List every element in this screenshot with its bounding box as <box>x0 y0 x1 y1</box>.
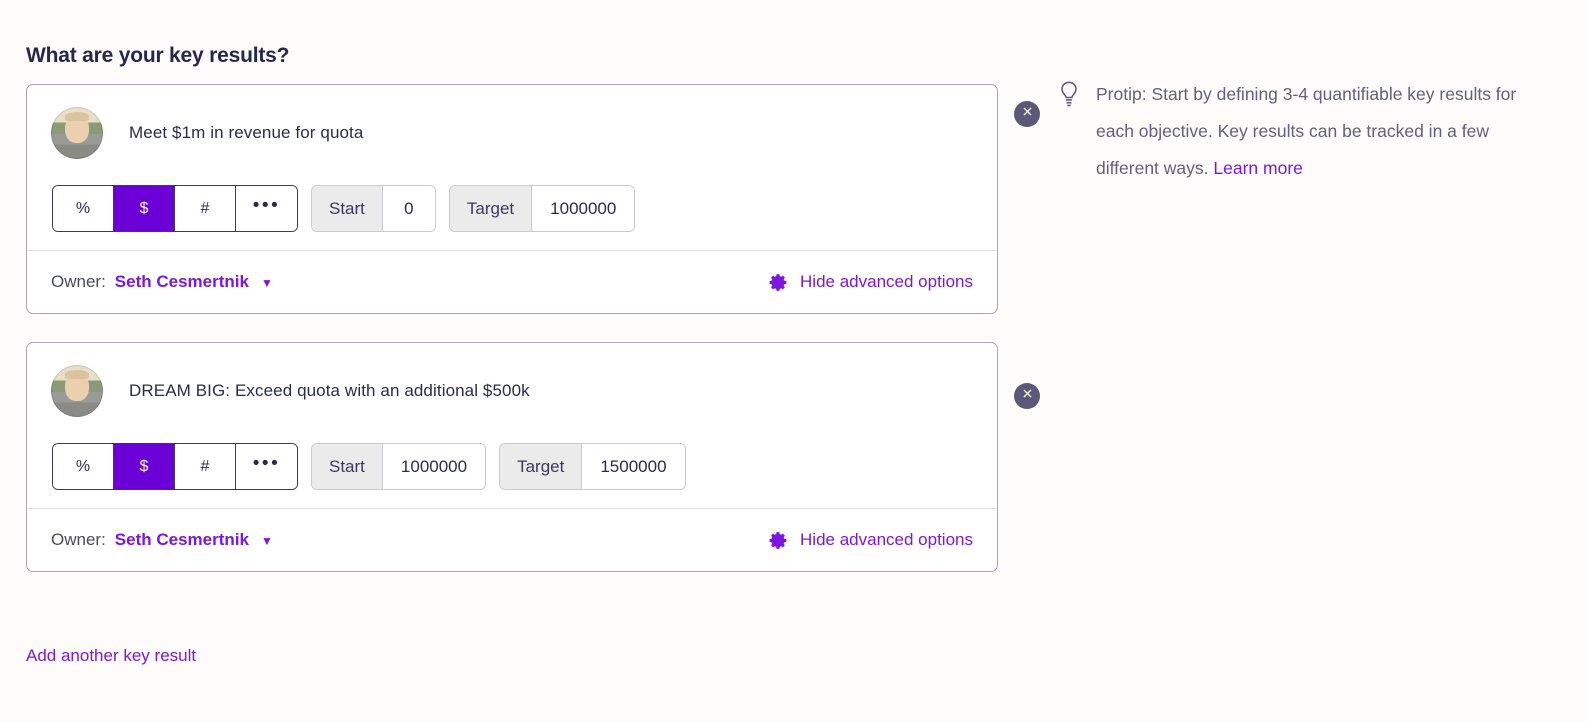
start-input[interactable]: 1000000 <box>382 444 486 489</box>
key-result-controls: % $ # ••• Start 0 Target 1000000 <box>52 185 973 232</box>
unit-number-button[interactable]: # <box>175 444 236 489</box>
delete-key-result-button[interactable] <box>1014 383 1040 409</box>
owner-label: Owner: <box>51 272 106 291</box>
key-result-title[interactable]: Meet $1m in revenue for quota <box>129 123 363 143</box>
key-result-card: DREAM BIG: Exceed quota with an addition… <box>26 342 998 572</box>
gear-icon <box>768 272 789 293</box>
owner-name[interactable]: Seth Cesmertnik <box>115 530 249 550</box>
unit-type-segmented-control: % $ # ••• <box>52 443 298 490</box>
key-result-title-row: DREAM BIG: Exceed quota with an addition… <box>51 365 973 417</box>
start-label: Start <box>312 186 383 231</box>
owner-label: Owner: <box>51 530 106 549</box>
hide-advanced-options-label: Hide advanced options <box>800 272 973 291</box>
owner-name[interactable]: Seth Cesmertnik <box>115 272 249 292</box>
key-result-controls: % $ # ••• Start 1000000 Target 1500000 <box>52 443 973 490</box>
unit-more-button[interactable]: ••• <box>236 186 297 231</box>
unit-percent-button[interactable]: % <box>53 444 114 489</box>
unit-percent-button[interactable]: % <box>53 186 114 231</box>
start-label: Start <box>312 444 383 489</box>
avatar <box>51 365 103 417</box>
target-input[interactable]: 1500000 <box>582 444 685 489</box>
protip-text-block: Protip: Start by defining 3-4 quantifiab… <box>1096 76 1538 187</box>
key-results-page: What are your key results? Meet $1m in r… <box>0 0 1588 722</box>
target-input[interactable]: 1000000 <box>532 186 635 231</box>
protip-panel: Protip: Start by defining 3-4 quantifiab… <box>1058 76 1538 187</box>
chevron-down-icon[interactable]: ▼ <box>261 276 273 290</box>
key-result-title-row: Meet $1m in revenue for quota <box>51 107 973 159</box>
unit-type-segmented-control: % $ # ••• <box>52 185 298 232</box>
key-result-footer: Owner: Seth Cesmertnik ▼ Hide advanced o… <box>27 250 997 313</box>
key-result-footer: Owner: Seth Cesmertnik ▼ Hide advanced o… <box>27 508 997 571</box>
key-result-body: DREAM BIG: Exceed quota with an addition… <box>27 343 997 508</box>
hide-advanced-options-label: Hide advanced options <box>800 530 973 549</box>
close-icon <box>1021 105 1034 123</box>
close-icon <box>1021 387 1034 405</box>
start-field-group: Start 0 <box>311 185 436 232</box>
target-field-group: Target 1000000 <box>448 185 636 232</box>
gear-icon <box>768 530 789 551</box>
unit-number-button[interactable]: # <box>175 186 236 231</box>
lightbulb-icon <box>1058 76 1082 187</box>
protip-text: Protip: Start by defining 3-4 quantifiab… <box>1096 84 1517 178</box>
target-label: Target <box>449 186 533 231</box>
delete-key-result-button[interactable] <box>1014 101 1040 127</box>
page-title: What are your key results? <box>26 44 290 67</box>
unit-dollar-button[interactable]: $ <box>114 444 175 489</box>
target-field-group: Target 1500000 <box>499 443 686 490</box>
owner-selector[interactable]: Owner: Seth Cesmertnik ▼ <box>51 272 273 292</box>
hide-advanced-options-button[interactable]: Hide advanced options <box>768 530 973 551</box>
learn-more-link[interactable]: Learn more <box>1213 158 1303 178</box>
owner-selector[interactable]: Owner: Seth Cesmertnik ▼ <box>51 530 273 550</box>
add-another-key-result-link[interactable]: Add another key result <box>26 646 196 666</box>
key-result-title[interactable]: DREAM BIG: Exceed quota with an addition… <box>129 381 530 401</box>
target-label: Target <box>500 444 583 489</box>
avatar <box>51 107 103 159</box>
key-result-card: Meet $1m in revenue for quota % $ # ••• … <box>26 84 998 314</box>
unit-dollar-button[interactable]: $ <box>114 186 175 231</box>
start-field-group: Start 1000000 <box>311 443 487 490</box>
key-result-body: Meet $1m in revenue for quota % $ # ••• … <box>27 85 997 250</box>
chevron-down-icon[interactable]: ▼ <box>261 534 273 548</box>
hide-advanced-options-button[interactable]: Hide advanced options <box>768 272 973 293</box>
start-input[interactable]: 0 <box>382 186 435 231</box>
unit-more-button[interactable]: ••• <box>236 444 297 489</box>
key-results-list: Meet $1m in revenue for quota % $ # ••• … <box>26 84 998 600</box>
